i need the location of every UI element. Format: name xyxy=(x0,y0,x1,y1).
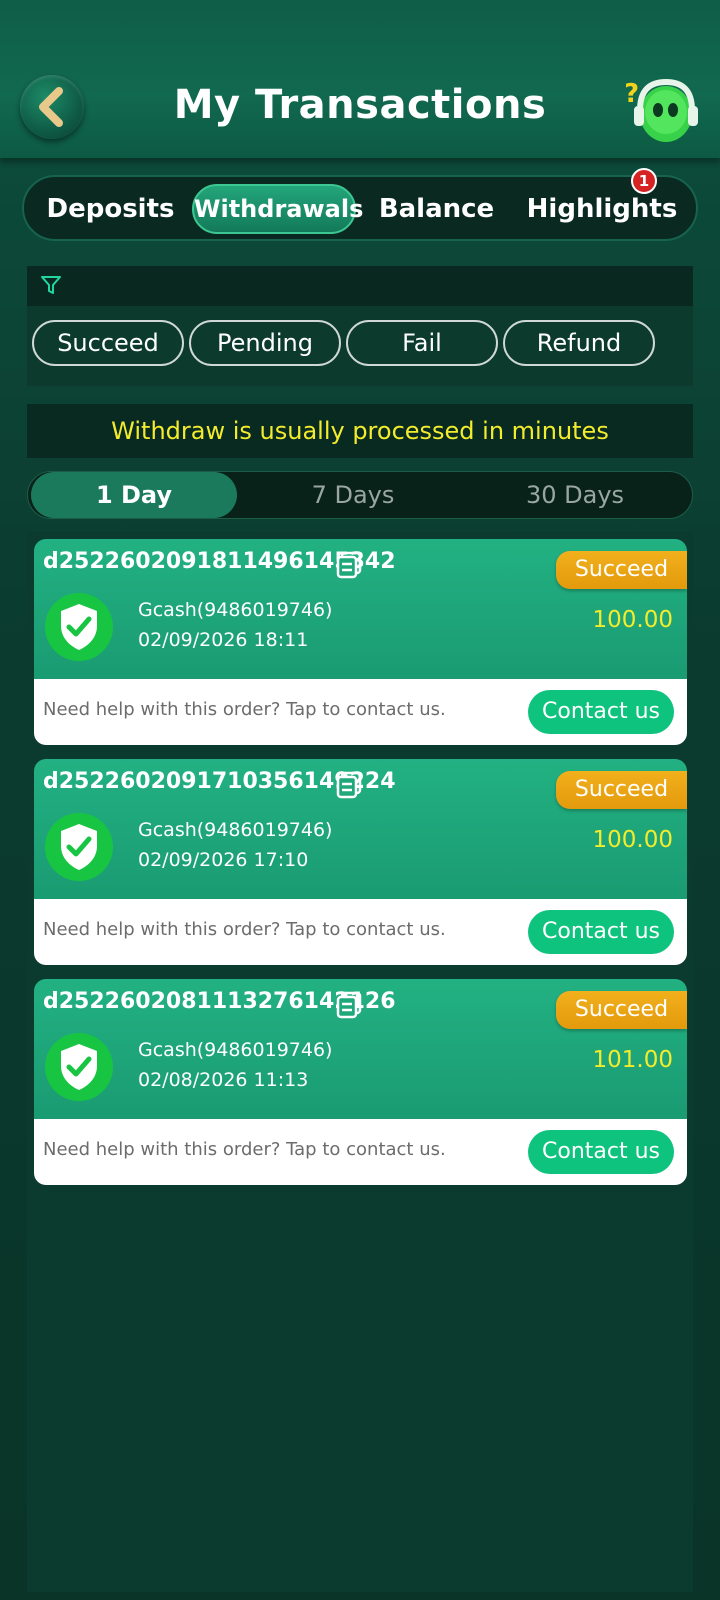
tab-withdrawals[interactable]: Withdrawals xyxy=(192,184,363,234)
transaction-amount: 101.00 xyxy=(592,1047,673,1073)
help-text: Need help with this order? Tap to contac… xyxy=(43,699,446,720)
filter-fail[interactable]: Fail xyxy=(346,320,498,366)
verified-shield-icon xyxy=(45,593,113,661)
tab-1-day[interactable]: 1 Day xyxy=(31,472,237,518)
transaction-card: d2522602091710356149224 Succeed Gcash(94… xyxy=(34,759,687,965)
copy-icon[interactable] xyxy=(336,991,362,1019)
contact-us-button[interactable]: Contact us xyxy=(528,910,674,954)
status-filter-panel: Succeed Pending Fail Refund xyxy=(27,306,693,386)
verified-shield-icon xyxy=(45,813,113,881)
transaction-card: d2522602081113276142126 Succeed Gcash(94… xyxy=(34,979,687,1185)
customer-support-button[interactable]: ? xyxy=(624,72,702,148)
support-headset-icon: ? xyxy=(624,78,698,142)
transaction-datetime: 02/09/2026 17:10 xyxy=(138,849,309,871)
tab-7-days[interactable]: 7 Days xyxy=(250,472,456,518)
filter-succeed[interactable]: Succeed xyxy=(32,320,184,366)
status-badge: Succeed xyxy=(556,551,687,589)
svg-text:?: ? xyxy=(626,79,639,109)
filter-refund[interactable]: Refund xyxy=(503,320,655,366)
contact-us-button[interactable]: Contact us xyxy=(528,1130,674,1174)
filter-icon[interactable] xyxy=(40,274,62,296)
tab-deposits[interactable]: Deposits xyxy=(38,184,183,234)
transaction-amount: 100.00 xyxy=(592,607,673,633)
copy-icon[interactable] xyxy=(336,771,362,799)
transaction-datetime: 02/08/2026 11:13 xyxy=(138,1069,309,1091)
payment-method: Gcash(9486019746) xyxy=(138,599,333,621)
period-tabs: 1 Day 7 Days 30 Days xyxy=(27,471,693,519)
contact-us-button[interactable]: Contact us xyxy=(528,690,674,734)
status-badge: Succeed xyxy=(556,991,687,1029)
payment-method: Gcash(9486019746) xyxy=(138,1039,333,1061)
transaction-card: d2522602091811496145342 Succeed Gcash(94… xyxy=(34,539,687,745)
transaction-type-tabs: Deposits Withdrawals Balance Highlights xyxy=(22,175,698,241)
tab-balance[interactable]: Balance xyxy=(364,184,509,234)
copy-icon[interactable] xyxy=(336,551,362,579)
status-badge: Succeed xyxy=(556,771,687,809)
filter-bar xyxy=(27,266,693,306)
payment-method: Gcash(9486019746) xyxy=(138,819,333,841)
highlights-badge: 1 xyxy=(631,168,657,194)
help-text: Need help with this order? Tap to contac… xyxy=(43,1139,446,1160)
app-header: My Transactions ? xyxy=(0,0,720,158)
tab-30-days[interactable]: 30 Days xyxy=(472,472,678,518)
filter-pending[interactable]: Pending xyxy=(189,320,341,366)
tab-highlights[interactable]: Highlights xyxy=(522,184,682,234)
transaction-datetime: 02/09/2026 18:11 xyxy=(138,629,309,651)
verified-shield-icon xyxy=(45,1033,113,1101)
help-text: Need help with this order? Tap to contac… xyxy=(43,919,446,940)
withdraw-notice: Withdraw is usually processed in minutes xyxy=(27,404,693,458)
page-title: My Transactions xyxy=(173,82,547,128)
transaction-amount: 100.00 xyxy=(592,827,673,853)
